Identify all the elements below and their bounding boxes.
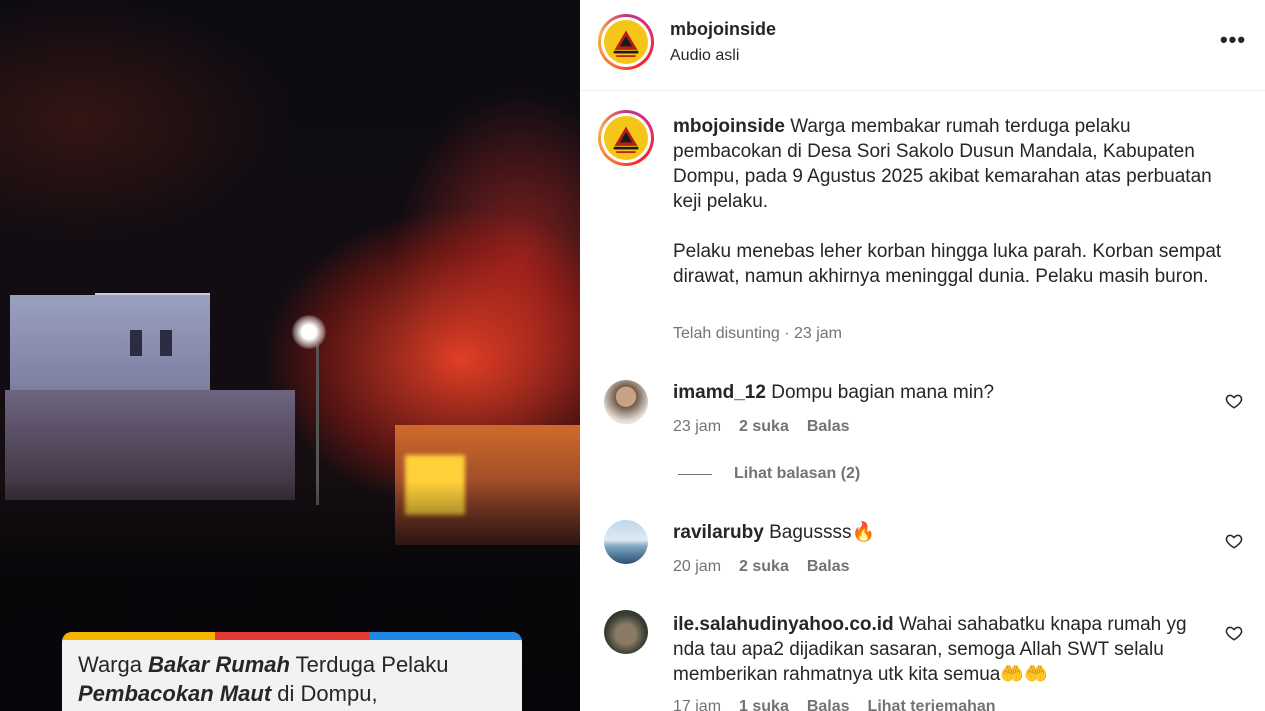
house-window (160, 330, 172, 356)
translate-button[interactable]: Lihat terjemahan (868, 698, 996, 711)
mbojoinside-logo-icon (604, 20, 648, 64)
post-panel: mbojoinside Audio asli ••• mbojoinside W… (580, 0, 1265, 711)
heart-icon[interactable] (1225, 624, 1243, 642)
reel-video[interactable]: Warga Bakar Rumah Terduga Pelaku Pembaco… (0, 0, 580, 711)
post-header: mbojoinside Audio asli ••• (580, 0, 1265, 91)
comment-text: ravilaruby Bagussss🔥 (673, 520, 1213, 545)
caption-time[interactable]: 23 jam (794, 325, 842, 342)
reply-button[interactable]: Balas (807, 698, 850, 711)
caption-part: Pembacokan Maut (78, 681, 272, 706)
caption-part: Terduga Pelaku (289, 652, 449, 677)
caption-username[interactable]: mbojoinside (673, 116, 785, 137)
comment-username[interactable]: ile.salahudinyahoo.co.id (673, 614, 894, 635)
audio-label[interactable]: Audio asli (670, 47, 739, 65)
caption-paragraph: Pelaku menebas leher korban hingga luka … (673, 241, 1222, 287)
comment-text: ile.salahudinyahoo.co.id Wahai sahabatku… (673, 612, 1213, 687)
caption-avatar[interactable] (598, 110, 654, 166)
avatar[interactable] (604, 380, 648, 424)
house-upper (10, 295, 210, 390)
comment-text: imamd_12 Dompu bagian mana min? (673, 380, 1213, 405)
comment-likes[interactable]: 2 suka (739, 558, 789, 575)
comment-meta: 20 jam 2 suka Balas (673, 558, 868, 576)
replies-divider (678, 473, 712, 475)
comment-time[interactable]: 20 jam (673, 558, 721, 575)
view-replies-button[interactable]: Lihat balasan (2) (678, 465, 860, 483)
view-replies-label[interactable]: Lihat balasan (2) (734, 465, 860, 483)
comment-username[interactable]: ravilaruby (673, 522, 764, 543)
comment-meta: 17 jam 1 suka Balas Lihat terjemahan (673, 698, 1014, 711)
house-window (130, 330, 142, 356)
video-caption-card: Warga Bakar Rumah Terduga Pelaku Pembaco… (62, 632, 522, 711)
caption-headline: Warga Bakar Rumah Terduga Pelaku Pembaco… (62, 640, 522, 708)
caption-color-bar (62, 632, 522, 640)
heart-icon[interactable] (1225, 392, 1243, 410)
more-horizontal-icon[interactable]: ••• (1219, 29, 1247, 54)
comment-time[interactable]: 23 jam (673, 418, 721, 435)
caption-bar-segment (215, 632, 369, 640)
caption-bar-segment (368, 632, 522, 640)
caption-meta: Telah disunting · 23 jam (673, 325, 842, 343)
caption-bar-segment (62, 632, 216, 640)
reply-button[interactable]: Balas (807, 558, 850, 575)
caption-text: mbojoinside Warga membakar rumah terduga… (673, 114, 1233, 289)
profile-avatar[interactable] (598, 14, 654, 70)
comment-likes[interactable]: 1 suka (739, 698, 789, 711)
reply-button[interactable]: Balas (807, 418, 850, 435)
comment-meta: 23 jam 2 suka Balas (673, 418, 868, 436)
caption-part: Warga (78, 652, 149, 677)
avatar[interactable] (604, 520, 648, 564)
heart-icon[interactable] (1225, 532, 1243, 550)
meta-separator: · (784, 325, 790, 342)
caption-part: di Dompu, (271, 681, 378, 706)
header-username[interactable]: mbojoinside (670, 19, 776, 40)
street-lamp-light (292, 315, 326, 349)
avatar[interactable] (604, 610, 648, 654)
comment-likes[interactable]: 2 suka (739, 418, 789, 435)
comment-body: Bagussss🔥 (769, 522, 876, 543)
edited-label: Telah disunting (673, 325, 780, 342)
caption-part: Bakar Rumah (148, 652, 290, 677)
comment-body: Dompu bagian mana min? (771, 382, 995, 403)
mbojoinside-logo-icon (604, 116, 648, 160)
comment-time[interactable]: 17 jam (673, 698, 721, 711)
comment-username[interactable]: imamd_12 (673, 382, 766, 403)
